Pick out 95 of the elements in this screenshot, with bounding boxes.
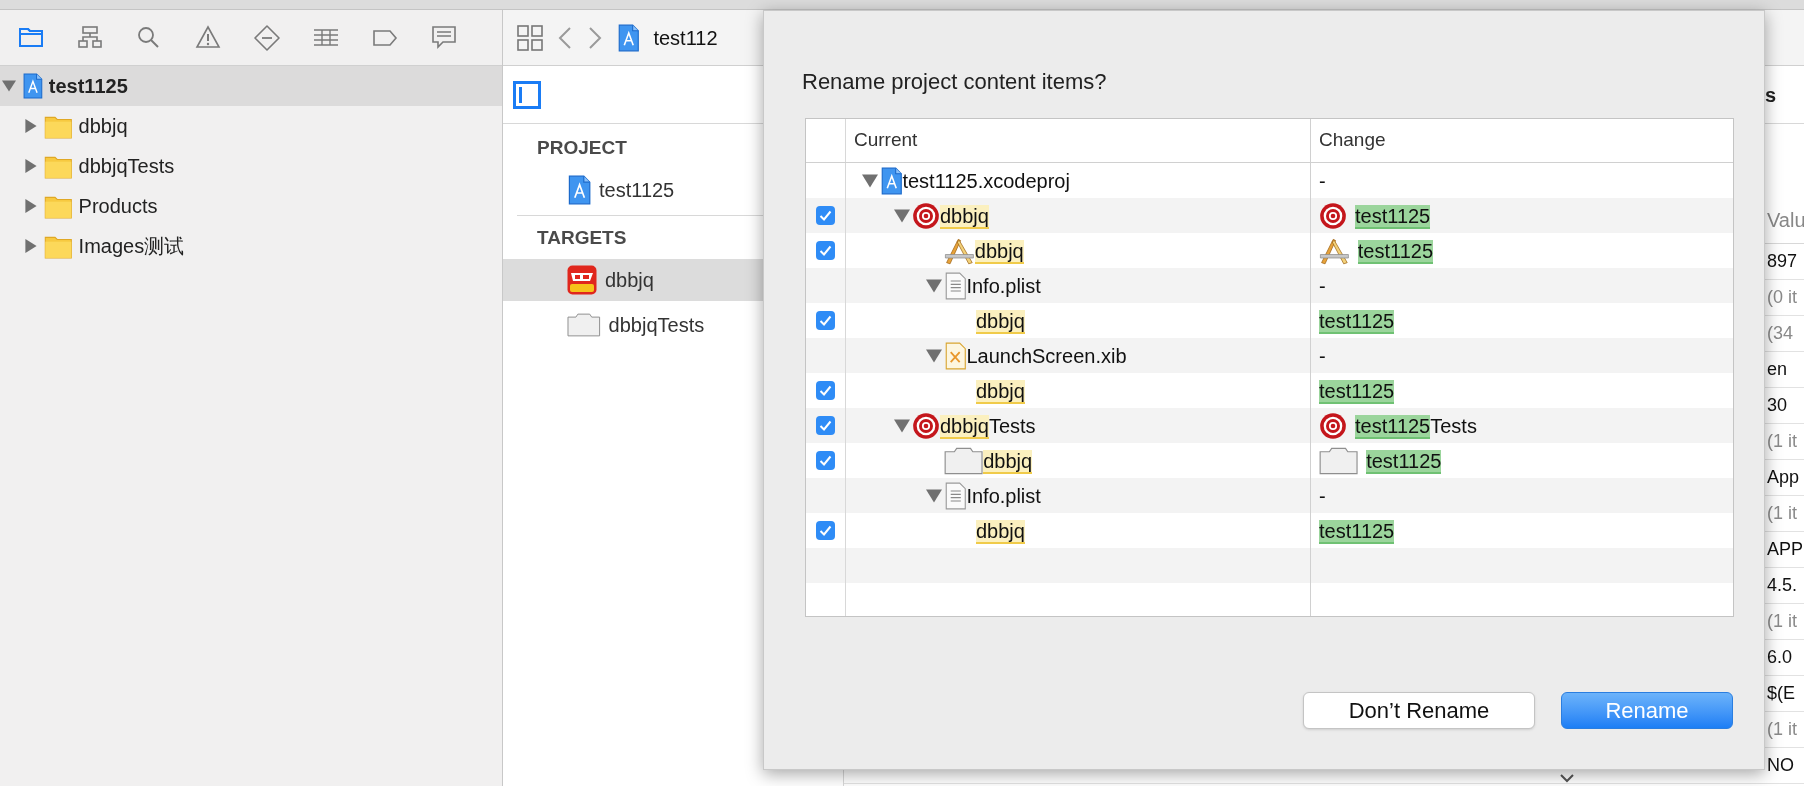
dialog-title: Rename project content items? [802, 68, 1107, 96]
column-header[interactable]: Current [854, 126, 918, 155]
checkbox[interactable] [816, 381, 835, 400]
setting-value: (34 [1767, 322, 1794, 345]
new-name: test1125 [1366, 448, 1442, 476]
setting-value: (0 it [1767, 286, 1798, 309]
navigator-item[interactable]: dbbjqTests [0, 146, 502, 186]
disclosure-triangle-down-icon[interactable] [894, 417, 910, 434]
bundle-icon [1319, 446, 1359, 475]
setting-value: NO [1767, 754, 1795, 777]
new-name: test1125 [1319, 378, 1395, 406]
item-name: test1125.xcodeproj [902, 168, 1070, 194]
target-icon [1319, 411, 1347, 440]
disclosure-triangle-down-icon[interactable] [2, 79, 16, 93]
checkbox[interactable] [816, 206, 835, 225]
item-name: Info.plist [966, 483, 1041, 509]
checkbox[interactable] [816, 451, 835, 470]
target-icon [912, 411, 940, 440]
checkbox[interactable] [816, 311, 835, 330]
new-name: - [1319, 483, 1326, 509]
new-name: test1125 [1319, 308, 1395, 336]
checkbox[interactable] [816, 521, 835, 540]
jump-bar-item[interactable]: test112 [653, 22, 718, 53]
setting-value: App [1767, 466, 1801, 489]
navigator-item[interactable]: dbbjq [0, 106, 502, 146]
new-name: - [1319, 273, 1326, 299]
item-name: dbbjqTests [940, 413, 1036, 441]
disclosure-triangle-right-icon[interactable] [24, 199, 38, 213]
setting-value: 897 [1767, 250, 1799, 273]
navigator-item[interactable]: test1125 [0, 66, 502, 106]
item-name: Info.plist [966, 273, 1041, 299]
disclosure-triangle-right-icon[interactable] [24, 159, 38, 173]
project-file-icon [617, 23, 640, 52]
chevron-down-icon[interactable] [1559, 773, 1575, 783]
new-name: test1125 [1319, 518, 1395, 546]
sidebar-toggle-icon[interactable] [513, 80, 541, 109]
new-name: - [1319, 343, 1326, 369]
setting-value: (1 it [1767, 430, 1798, 453]
column-header[interactable]: Change [1319, 126, 1386, 155]
disclosure-triangle-down-icon[interactable] [926, 347, 942, 364]
diamond-minus-icon[interactable] [254, 24, 280, 51]
target-icon [912, 201, 940, 230]
new-name: - [1319, 168, 1326, 194]
disclosure-triangle-down-icon[interactable] [926, 487, 942, 504]
section-header: TARGETS [537, 225, 628, 250]
bundle-icon [567, 313, 601, 337]
checkbox[interactable] [816, 241, 835, 260]
document-icon [944, 481, 967, 510]
item-name: dbbjq [976, 308, 1025, 336]
grid-icon[interactable] [517, 24, 543, 51]
target-list-item[interactable]: dbbjqTests [503, 304, 843, 346]
setting-value: 30 [1767, 394, 1789, 417]
project-file-icon [567, 175, 591, 205]
new-name: test1125Tests [1355, 413, 1477, 441]
comment-icon[interactable] [431, 24, 457, 51]
pencil-ruler-icon [1319, 236, 1350, 265]
setting-value: 6.0 [1767, 646, 1794, 669]
dont-rename-button[interactable]: Don’t Rename [1303, 692, 1535, 729]
hierarchy-icon[interactable] [77, 24, 103, 51]
navigator-item[interactable]: Products [0, 186, 502, 226]
bundle-icon [944, 446, 984, 475]
item-name: dbbjq [976, 518, 1025, 546]
disclosure-triangle-down-icon[interactable] [894, 207, 910, 224]
setting-value: APP [1767, 538, 1804, 561]
setting-value: en [1767, 358, 1789, 381]
setting-value: (1 it [1767, 718, 1798, 741]
section-header: PROJECT [537, 135, 628, 160]
target-list-item[interactable]: test1125 [503, 169, 843, 211]
document-icon [944, 271, 967, 300]
warning-icon[interactable] [195, 24, 221, 51]
interface-file-icon [944, 341, 967, 370]
item-name: dbbjq [974, 238, 1024, 266]
app-icon [567, 265, 597, 295]
setting-value: (1 it [1767, 502, 1798, 525]
disclosure-triangle-down-icon[interactable] [862, 172, 878, 189]
item-name: dbbjq [983, 448, 1033, 476]
item-name: dbbjq [940, 203, 989, 231]
navigator-item[interactable]: Images测试 [0, 226, 502, 266]
tab-label[interactable]: s [1765, 79, 1798, 110]
project-file-icon [880, 166, 903, 195]
disclosure-triangle-right-icon[interactable] [24, 239, 38, 253]
new-name: test1125 [1357, 238, 1434, 266]
target-icon [1319, 201, 1347, 230]
item-name: dbbjq [976, 378, 1025, 406]
setting-value: $(E [1767, 682, 1796, 705]
disclosure-triangle-down-icon[interactable] [926, 277, 942, 294]
setting-value: 4.5. [1767, 574, 1799, 597]
new-name: test1125 [1355, 203, 1431, 231]
disclosure-triangle-right-icon[interactable] [24, 119, 38, 133]
column-header: Valu [1767, 208, 1804, 233]
pencil-ruler-icon [944, 236, 975, 265]
project-file-icon [22, 73, 43, 99]
item-name: LaunchScreen.xib [966, 343, 1127, 369]
checkbox[interactable] [816, 416, 835, 435]
setting-value: (1 it [1767, 610, 1798, 633]
